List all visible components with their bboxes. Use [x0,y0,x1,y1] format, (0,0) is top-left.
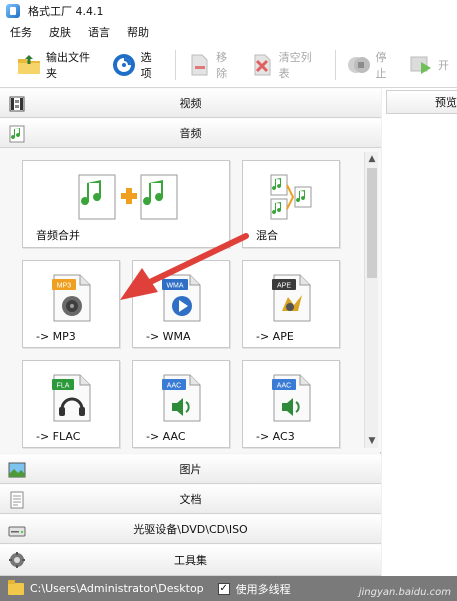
output-folder-label: 输出文件夹 [46,50,90,80]
watermark-text: jingyan.baidu.com [358,587,451,598]
remove-icon [191,54,208,75]
category-audio-label: 音频 [179,127,202,140]
toolbar: 输出文件夹 选项 移除 清空列表 停止 开 [0,42,457,88]
convert-aac-label: -> AAC [146,430,186,443]
category-picture[interactable]: 图片 [0,454,381,484]
mp3-badge-text: MP3 [57,283,72,290]
convert-mp3-tile[interactable]: MP3 -> MP3 [22,260,120,348]
menu-help[interactable]: 帮助 [127,24,149,40]
audio-merge-label: 音频合并 [36,229,80,242]
convert-aac-tile[interactable]: AAC -> AAC [132,360,230,448]
scroll-down-icon[interactable]: ▼ [365,434,379,448]
category-document[interactable]: 文档 [0,484,381,514]
aac-file-icon: AAC [162,374,201,422]
output-folder-button[interactable]: 输出文件夹 [12,47,103,83]
convert-flac-label: -> FLAC [36,430,81,443]
remove-label: 移除 [216,50,228,80]
category-video[interactable]: 视频 [0,88,381,118]
music-note-icon [9,125,25,143]
start-label: 开 [438,58,450,72]
scroll-thumb[interactable] [367,168,377,278]
mp3-file-icon: MP3 [52,274,91,322]
category-document-label: 文档 [179,493,202,506]
menu-language[interactable]: 语言 [88,24,110,40]
window-title: 格式工厂 4.4.1 [28,5,104,18]
convert-wma-label: -> WMA [146,330,191,343]
convert-ac3-tile[interactable]: AAC -> AC3 [242,360,340,448]
category-tools[interactable]: 工具集 [0,544,381,576]
multithread-checkbox[interactable]: ✓ [217,582,230,595]
start-button[interactable]: 开 [404,47,453,83]
app-icon [6,4,20,18]
audio-merge-tile[interactable]: 音频合并 [22,160,230,248]
ape-badge-text: APE [277,283,291,290]
fla-badge-text: FLA [57,383,70,390]
convert-wma-tile[interactable]: WMA -> WMA [132,260,230,348]
convert-ac3-label: -> AC3 [256,430,295,443]
convert-flac-tile[interactable]: FLA -> FLAC [22,360,120,448]
picture-icon [8,462,26,478]
flac-file-icon: FLA [52,374,91,422]
aac-badge-text: AAC [167,383,181,390]
audio-mix-label: 混合 [256,229,278,242]
convert-mp3-label: -> MP3 [36,330,76,343]
output-path[interactable]: C:\Users\Administrator\Desktop [30,582,204,595]
task-list-panel: 预览 [382,88,457,576]
status-bar: C:\Users\Administrator\Desktop ✓ 使用多线程 j… [0,576,457,601]
clear-list-button[interactable]: 清空列表 [245,47,325,83]
folder-icon[interactable] [8,579,24,595]
convert-ape-tile[interactable]: APE -> APE [242,260,340,348]
scroll-up-icon[interactable]: ▲ [365,152,379,166]
document-icon [10,491,24,509]
category-audio[interactable]: 音频 [0,118,381,148]
ape-file-icon: APE [272,274,311,322]
stop-icon [347,56,370,73]
audio-mix-icon [270,174,312,220]
menu-skin[interactable]: 皮肤 [49,24,71,40]
aac2-badge-text: AAC [277,383,291,390]
remove-button[interactable]: 移除 [182,47,241,83]
video-icon [9,96,25,112]
wma-file-icon: WMA [162,274,201,322]
stop-label: 停止 [375,50,387,80]
audio-tools-grid: 音频合并 混合 MP3 -> MP3 WMA -> WMA APE -> APE… [0,148,381,452]
menu-task[interactable]: 任务 [10,24,32,40]
wma-badge-text: WMA [166,283,183,290]
title-bar: 格式工厂 4.4.1 [0,0,457,22]
convert-ape-label: -> APE [256,330,294,343]
audio-mix-tile[interactable]: 混合 [242,160,340,248]
menu-bar: 任务 皮肤 语言 帮助 [0,22,457,42]
clear-icon [254,54,271,75]
folder-icon [18,54,40,74]
multithread-label: 使用多线程 [235,582,291,596]
category-optical-drive-label: 光驱设备\DVD\CD\ISO [133,523,248,536]
options-label: 选项 [140,50,152,80]
options-button[interactable]: 选项 [107,47,166,83]
category-picture-label: 图片 [179,463,202,476]
category-video-label: 视频 [179,97,202,110]
grid-scrollbar[interactable]: ▲ ▼ [364,152,378,448]
preview-header-label: 预览 [435,96,457,109]
toolbar-separator [334,49,336,80]
category-tools-label: 工具集 [174,554,207,567]
start-icon [410,56,432,74]
clear-list-label: 清空列表 [278,50,312,80]
audio-merge-icon [78,174,178,220]
category-optical-drive[interactable]: 光驱设备\DVD\CD\ISO [0,514,381,544]
category-panel: 视频 音频 音频合并 混合 MP3 -> MP3 WMA -> WMA APE … [0,88,381,576]
options-icon [112,53,135,76]
tools-icon [9,552,25,568]
disc-drive-icon [8,526,26,537]
toolbar-separator [175,49,177,80]
ac3-file-icon: AAC [272,374,311,422]
preview-column-header[interactable]: 预览 [386,90,457,114]
stop-button[interactable]: 停止 [342,47,401,83]
